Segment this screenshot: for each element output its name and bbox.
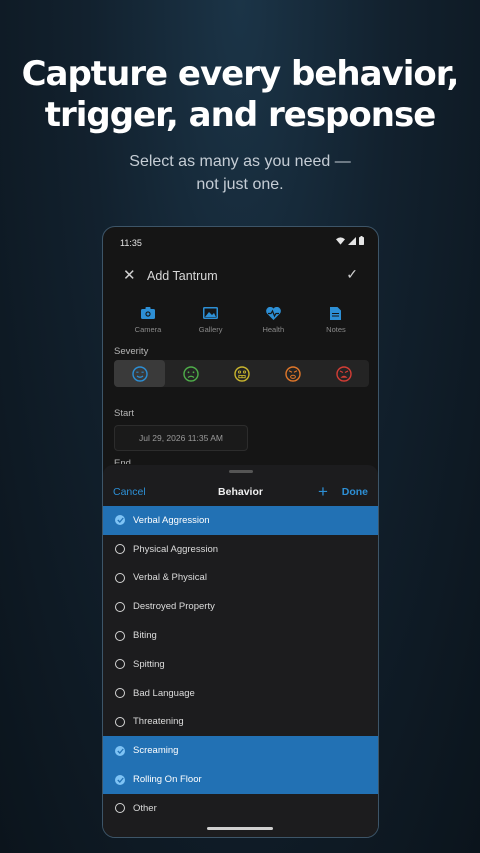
- behavior-option[interactable]: Threatening: [103, 708, 378, 737]
- behavior-option-label: Rolling On Floor: [133, 774, 202, 786]
- start-date-field[interactable]: Jul 29, 2026 11:35 AM: [114, 425, 248, 451]
- screen-title: Add Tantrum: [147, 269, 218, 283]
- attachment-row: Camera Gallery Health Notes: [117, 307, 367, 334]
- promo-subline: Select as many as you need — not just on…: [0, 150, 480, 196]
- notes-icon: [330, 307, 342, 320]
- severity-level-4[interactable]: [267, 360, 318, 387]
- behavior-list: Verbal Aggression Physical Aggression Verb…: [103, 506, 378, 823]
- behavior-sheet: Cancel Behavior + Done Verbal Aggression…: [103, 465, 378, 837]
- angry-face-icon: [284, 365, 301, 382]
- severity-selector: [114, 360, 369, 387]
- behavior-option[interactable]: Biting: [103, 621, 378, 650]
- unchecked-circle-icon: [115, 716, 125, 727]
- unchecked-circle-icon: [115, 803, 125, 814]
- home-indicator[interactable]: [207, 827, 273, 830]
- frown-face-icon: [182, 365, 199, 382]
- unchecked-circle-icon: [115, 659, 125, 670]
- attach-health-button[interactable]: Health: [242, 307, 304, 334]
- behavior-option-label: Threatening: [133, 716, 184, 728]
- behavior-option-label: Other: [133, 802, 157, 814]
- check-icon[interactable]: ✓: [346, 266, 358, 283]
- plus-icon[interactable]: +: [318, 482, 328, 502]
- status-bar: 11:35: [103, 227, 378, 257]
- severity-level-2[interactable]: [165, 360, 216, 387]
- subline-line-1: Select as many as you need —: [129, 153, 351, 170]
- behavior-option-label: Bad Language: [133, 687, 195, 699]
- severity-level-5[interactable]: [318, 360, 369, 387]
- start-label: Start: [114, 408, 135, 419]
- behavior-option[interactable]: Verbal Aggression: [103, 506, 378, 535]
- behavior-option[interactable]: Rolling On Floor: [103, 765, 378, 794]
- severity-label: Severity: [114, 346, 149, 357]
- behavior-option[interactable]: Other: [103, 794, 378, 823]
- gallery-icon: [203, 307, 219, 319]
- headline-line-2: trigger, and response: [44, 95, 437, 135]
- unchecked-circle-icon: [115, 572, 125, 583]
- battery-icon: [359, 236, 364, 245]
- behavior-option-label: Screaming: [133, 745, 179, 757]
- checked-circle-icon: [115, 515, 125, 526]
- attach-gallery-label: Gallery: [198, 325, 223, 334]
- behavior-option[interactable]: Spitting: [103, 650, 378, 679]
- close-icon[interactable]: ✕: [123, 266, 136, 284]
- calm-face-icon: [131, 365, 148, 382]
- behavior-option[interactable]: Bad Language: [103, 679, 378, 708]
- behavior-option[interactable]: Verbal & Physical: [103, 564, 378, 593]
- attach-notes-button[interactable]: Notes: [305, 307, 367, 334]
- attach-gallery-button[interactable]: Gallery: [180, 307, 242, 334]
- behavior-option-label: Spitting: [133, 658, 165, 670]
- camera-icon: [141, 307, 155, 319]
- unchecked-circle-icon: [115, 601, 125, 612]
- checked-circle-icon: [115, 745, 125, 756]
- headline-line-1: Capture every behavior,: [21, 54, 460, 94]
- subline-line-2: not just one.: [196, 176, 284, 193]
- behavior-option[interactable]: Destroyed Property: [103, 592, 378, 621]
- behavior-option-label: Physical Aggression: [133, 543, 219, 555]
- furious-face-icon: [335, 365, 352, 382]
- app-bar: ✕ Add Tantrum ✓: [103, 261, 378, 291]
- sheet-title: Behavior: [218, 486, 263, 498]
- severity-level-1[interactable]: [114, 360, 165, 387]
- promo-headline: Capture every behavior, trigger, and res…: [0, 54, 480, 136]
- end-label: End: [114, 458, 131, 464]
- health-icon: [265, 307, 281, 320]
- done-button[interactable]: Done: [342, 486, 368, 498]
- unchecked-circle-icon: [115, 688, 125, 699]
- behavior-option-label: Biting: [133, 630, 157, 642]
- behavior-option-label: Destroyed Property: [133, 601, 215, 613]
- behavior-option-label: Verbal & Physical: [133, 572, 207, 584]
- attach-notes-label: Notes: [326, 325, 346, 334]
- attach-health-label: Health: [262, 325, 285, 334]
- behavior-option-label: Verbal Aggression: [133, 514, 210, 526]
- phone-frame: 11:35 ✕ Add Tantrum ✓ Camera Gallery Hea…: [102, 226, 379, 838]
- unchecked-circle-icon: [115, 544, 125, 555]
- status-time: 11:35: [120, 238, 142, 248]
- grimace-face-icon: [233, 365, 250, 382]
- attach-camera-label: Camera: [134, 325, 162, 334]
- sheet-header: Cancel Behavior + Done: [103, 482, 378, 503]
- checked-circle-icon: [115, 774, 125, 785]
- signal-icon: [348, 236, 356, 245]
- sheet-grabber[interactable]: [229, 470, 253, 473]
- severity-level-3[interactable]: [216, 360, 267, 387]
- unchecked-circle-icon: [115, 630, 125, 641]
- attach-camera-button[interactable]: Camera: [117, 307, 179, 334]
- wifi-icon: [336, 236, 345, 245]
- behavior-option[interactable]: Screaming: [103, 736, 378, 766]
- behavior-option[interactable]: Physical Aggression: [103, 535, 378, 564]
